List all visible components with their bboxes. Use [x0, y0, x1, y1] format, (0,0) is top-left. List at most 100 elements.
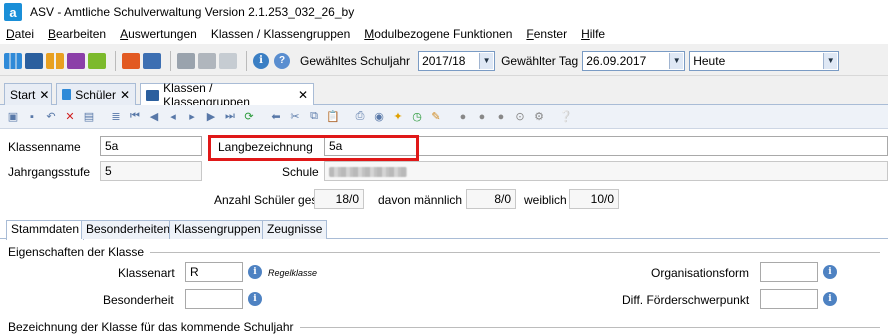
- menu-klassen[interactable]: Klassen / Klassengruppen: [211, 27, 350, 41]
- close-icon[interactable]: ✕: [298, 88, 308, 102]
- langbezeichnung-field[interactable]: 5a: [324, 136, 888, 156]
- orgform-field[interactable]: [760, 262, 818, 282]
- schule-field[interactable]: [324, 161, 888, 181]
- document-tabs: Start ✕ Schüler ✕ Klassen / Klassengruppen…: [0, 81, 888, 109]
- menu-hilfe[interactable]: Hilfe: [581, 27, 605, 41]
- maennlich-label: davon männlich: [378, 193, 463, 207]
- anzahl-value: 18/0: [314, 189, 364, 209]
- print-icon[interactable]: ⎙: [353, 110, 367, 124]
- section-kommendes-schuljahr: Bezeichnung der Klasse für das kommende …: [8, 320, 880, 334]
- info-icon[interactable]: i: [823, 292, 837, 306]
- foerder-field[interactable]: [760, 289, 818, 309]
- maennlich-value: 8/0: [466, 189, 516, 209]
- courses-icon[interactable]: [67, 52, 85, 69]
- link-icon[interactable]: ⊙: [513, 110, 527, 124]
- undo-icon[interactable]: ↶: [44, 110, 58, 124]
- group-add-icon[interactable]: ●: [475, 110, 489, 124]
- detail-tabs: Stammdaten Besonderheiten Klassengruppen…: [0, 219, 888, 240]
- book-icon[interactable]: [122, 52, 140, 69]
- anzahl-label: Anzahl Schüler ges.: [214, 193, 321, 207]
- class-icon: [146, 89, 160, 101]
- window-title: ASV - Amtliche Schulverwaltung Version 2…: [30, 5, 355, 19]
- weiblich-label: weiblich: [524, 193, 567, 207]
- copy-icon[interactable]: ⧉: [307, 110, 321, 124]
- table-icon[interactable]: [143, 52, 161, 69]
- help-icon[interactable]: ?: [274, 52, 290, 69]
- students-icon: [62, 89, 72, 100]
- previous-icon[interactable]: ◂: [166, 110, 180, 124]
- copy-data-icon[interactable]: [177, 52, 195, 69]
- list-icon[interactable]: ≣: [109, 110, 123, 124]
- lightning-icon[interactable]: [219, 52, 237, 69]
- toolbar-separator: [115, 50, 116, 71]
- klassenart-label: Klassenart: [118, 266, 175, 280]
- refresh-icon[interactable]: ⟳: [242, 110, 256, 124]
- klassenart-field[interactable]: R: [185, 262, 243, 282]
- weiblich-value: 10/0: [569, 189, 619, 209]
- orgform-label: Organisationsform: [651, 266, 750, 280]
- info-icon[interactable]: i: [248, 292, 262, 306]
- record-toolbar: ▣ ▪ ↶ ✕ ▤ ≣ ⏮ ◀ ◂ ▸ ▶ ⏭ ⟳ ⬅ ✂ ⧉ 📋 ⎙ ◉ ✦ …: [0, 105, 888, 129]
- close-icon[interactable]: ✕: [39, 88, 49, 102]
- tab-stammdaten[interactable]: Stammdaten: [6, 220, 85, 240]
- edit-icon[interactable]: ▤: [82, 110, 96, 124]
- clean-icon[interactable]: ✎: [429, 110, 443, 124]
- paste-icon[interactable]: 📋: [326, 110, 340, 124]
- group-remove-icon[interactable]: ●: [494, 110, 508, 124]
- tab-schueler[interactable]: Schüler ✕: [56, 83, 136, 105]
- klassenname-field[interactable]: 5a: [100, 136, 202, 156]
- close-icon[interactable]: ✕: [120, 88, 130, 102]
- teachers-icon[interactable]: [46, 52, 64, 69]
- jahrgangsstufe-field[interactable]: 5: [100, 161, 202, 181]
- save-icon[interactable]: ▪: [25, 110, 39, 124]
- menu-fenster[interactable]: Fenster: [526, 27, 567, 41]
- messages-icon[interactable]: [88, 52, 106, 69]
- foerder-label: Diff. Förderschwerpunkt: [622, 293, 750, 307]
- schuljahr-label: Gewähltes Schuljahr: [300, 53, 411, 68]
- tab-klassengruppen[interactable]: Klassengruppen: [169, 220, 266, 239]
- menu-bar: Datei Bearbeiten Auswertungen Klassen / …: [0, 24, 888, 44]
- tab-zeugnisse[interactable]: Zeugnisse: [262, 220, 328, 239]
- help-icon[interactable]: ❔: [559, 110, 573, 124]
- new-icon[interactable]: ▣: [6, 110, 20, 124]
- tag-label: Gewählter Tag: [501, 53, 579, 68]
- next-icon[interactable]: ▸: [185, 110, 199, 124]
- tab-start[interactable]: Start ✕: [4, 83, 52, 105]
- tab-besonderheiten[interactable]: Besonderheiten: [81, 220, 176, 239]
- cut-icon[interactable]: ✂: [288, 110, 302, 124]
- chevron-down-icon[interactable]: ▼: [823, 52, 838, 69]
- menu-datei[interactable]: Datei: [6, 27, 34, 41]
- delete-icon[interactable]: ✕: [63, 110, 77, 124]
- settings-icon[interactable]: ⚙: [532, 110, 546, 124]
- next-page-icon[interactable]: ▶: [204, 110, 218, 124]
- menu-modulbezogene-funktionen[interactable]: Modulbezogene Funktionen: [364, 27, 512, 41]
- heute-select[interactable]: Heute ▼: [689, 50, 840, 71]
- info-icon[interactable]: i: [253, 52, 269, 69]
- settings-icon[interactable]: [198, 52, 216, 69]
- previous-page-icon[interactable]: ◀: [147, 110, 161, 124]
- last-icon[interactable]: ⏭: [223, 110, 237, 124]
- class-icon[interactable]: [25, 52, 43, 69]
- info-icon[interactable]: i: [248, 265, 262, 279]
- besonderheit-field[interactable]: [185, 289, 243, 309]
- group-icon[interactable]: ●: [456, 110, 470, 124]
- besonderheit-label: Besonderheit: [103, 293, 174, 307]
- schuljahr-select[interactable]: 2017/18 ▼: [418, 50, 496, 71]
- preview-icon[interactable]: ◉: [372, 110, 386, 124]
- class-detail-panel: ▣ ▪ ↶ ✕ ▤ ≣ ⏮ ◀ ◂ ▸ ▶ ⏭ ⟳ ⬅ ✂ ⧉ 📋 ⎙ ◉ ✦ …: [0, 105, 888, 335]
- menu-bearbeiten[interactable]: Bearbeiten: [48, 27, 106, 41]
- main-toolbar: i ? Gewähltes Schuljahr 2017/18 ▼ Gewähl…: [0, 46, 888, 76]
- menu-auswertungen[interactable]: Auswertungen: [120, 27, 197, 41]
- info-icon[interactable]: i: [823, 265, 837, 279]
- idea-icon[interactable]: ✦: [391, 110, 405, 124]
- first-icon[interactable]: ⏮: [128, 110, 142, 124]
- chevron-down-icon[interactable]: ▼: [669, 52, 684, 69]
- back-icon[interactable]: ⬅: [269, 110, 283, 124]
- tag-select[interactable]: 26.09.2017 ▼: [582, 50, 686, 71]
- students-icon[interactable]: [4, 52, 22, 69]
- toolbar-separator: [170, 50, 171, 71]
- clock-icon[interactable]: ◷: [410, 110, 424, 124]
- chevron-down-icon[interactable]: ▼: [479, 52, 494, 69]
- redacted-school-name: [329, 167, 407, 177]
- tab-klassen[interactable]: Klassen / Klassengruppen ✕: [140, 81, 314, 109]
